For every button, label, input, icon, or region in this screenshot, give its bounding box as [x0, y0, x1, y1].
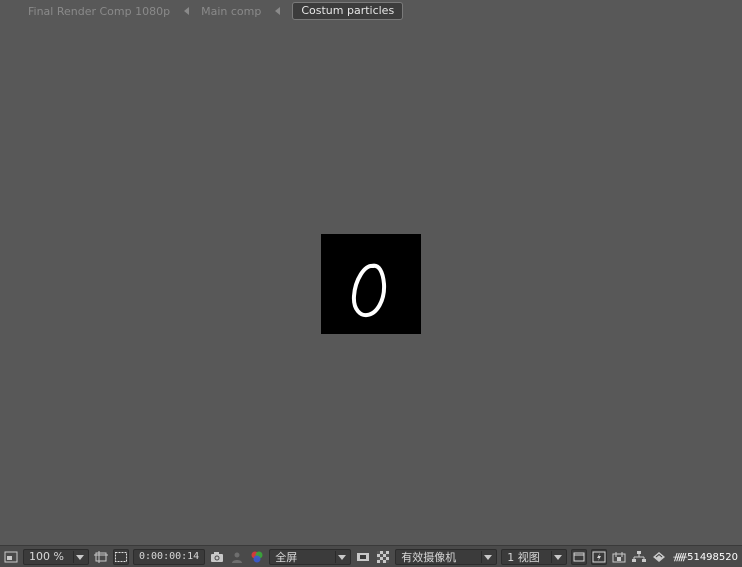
breadcrumb-item-final-render[interactable]: Final Render Comp 1080p — [28, 5, 170, 18]
pixel-aspect-icon[interactable] — [571, 548, 588, 565]
magnification-value: 100 % — [29, 550, 64, 563]
region-of-interest-icon[interactable] — [93, 549, 109, 565]
breadcrumb-arrow-icon — [184, 7, 190, 15]
camera-value: 有效摄像机 — [401, 550, 457, 564]
viewer-toolbar: 100 % 0:00:00:14 全屏 有效摄像机 1 视图 — [0, 545, 742, 567]
watermark-logo-icon: ᚏ — [673, 552, 688, 563]
toggle-mask-icon[interactable] — [355, 549, 371, 565]
exposure-icon[interactable] — [651, 549, 667, 565]
breadcrumb-item-active[interactable]: Costum particles — [292, 2, 404, 20]
magnification-dropdown[interactable]: 100 % — [23, 548, 89, 565]
resolution-value: 全屏 — [275, 550, 298, 564]
checkerboard-icon[interactable] — [375, 549, 391, 565]
watermark: ᚏ51498520 — [673, 552, 738, 563]
breadcrumb-arrow-icon — [275, 7, 281, 15]
composition-frame — [321, 234, 421, 334]
views-dropdown[interactable]: 1 视图 — [501, 548, 568, 565]
fast-preview-icon[interactable] — [591, 548, 608, 565]
chevron-down-icon — [554, 554, 563, 560]
chevron-down-icon — [76, 554, 84, 560]
flowchart-icon[interactable] — [631, 549, 647, 565]
composition-viewer[interactable] — [0, 22, 742, 545]
breadcrumb-item-main-comp[interactable]: Main comp — [201, 5, 261, 18]
chevron-down-icon — [338, 554, 347, 560]
comp-content-glyph — [351, 263, 387, 318]
timeline-icon[interactable] — [611, 549, 627, 565]
watermark-text: 51498520 — [687, 552, 738, 563]
chevron-down-icon — [484, 554, 493, 560]
views-value: 1 视图 — [507, 550, 540, 564]
snapshot-icon[interactable] — [209, 549, 225, 565]
always-preview-icon[interactable] — [3, 549, 19, 565]
color-channels-icon[interactable] — [249, 549, 265, 565]
show-snapshot-icon[interactable] — [229, 549, 245, 565]
breadcrumb: Final Render Comp 1080p Main comp Costum… — [0, 0, 742, 22]
resolution-dropdown[interactable]: 全屏 — [269, 548, 352, 565]
current-time-display[interactable]: 0:00:00:14 — [133, 548, 206, 565]
transparency-grid-icon[interactable] — [113, 548, 129, 565]
camera-dropdown[interactable]: 有效摄像机 — [395, 548, 498, 565]
